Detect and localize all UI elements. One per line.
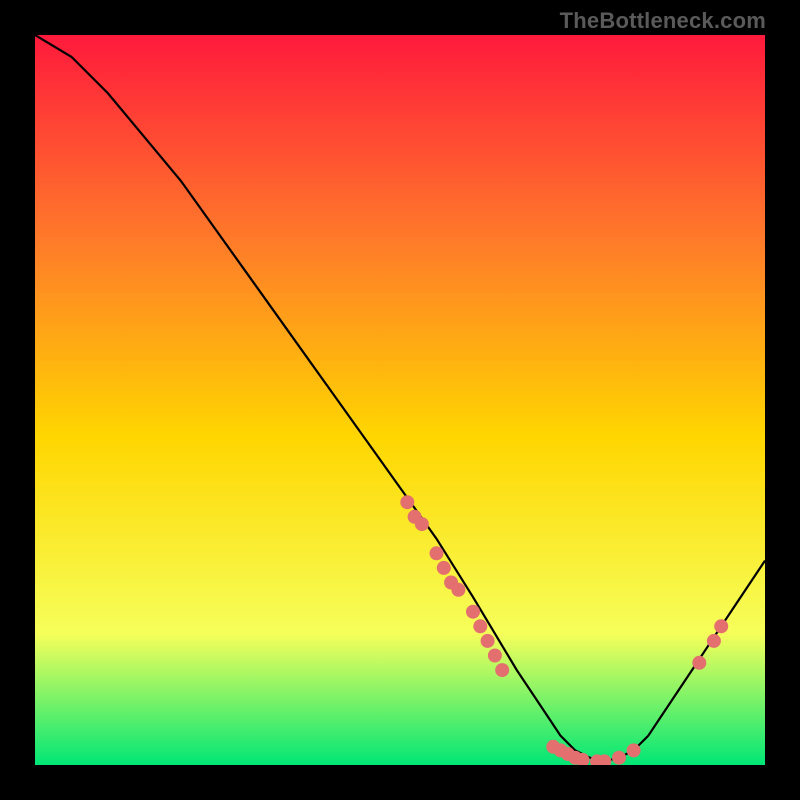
- highlight-point: [430, 546, 444, 560]
- plot-area: [35, 35, 765, 765]
- bottleneck-chart: [35, 35, 765, 765]
- highlight-point: [437, 561, 451, 575]
- highlight-point: [473, 619, 487, 633]
- highlight-point: [400, 495, 414, 509]
- highlight-point: [415, 517, 429, 531]
- highlight-point: [714, 619, 728, 633]
- watermark-label: TheBottleneck.com: [560, 8, 766, 34]
- gradient-background: [35, 35, 765, 765]
- chart-frame: TheBottleneck.com: [0, 0, 800, 800]
- highlight-point: [627, 743, 641, 757]
- highlight-point: [451, 583, 465, 597]
- highlight-point: [488, 649, 502, 663]
- highlight-point: [466, 605, 480, 619]
- highlight-point: [707, 634, 721, 648]
- highlight-point: [692, 656, 706, 670]
- highlight-point: [495, 663, 509, 677]
- highlight-point: [612, 751, 626, 765]
- highlight-point: [481, 634, 495, 648]
